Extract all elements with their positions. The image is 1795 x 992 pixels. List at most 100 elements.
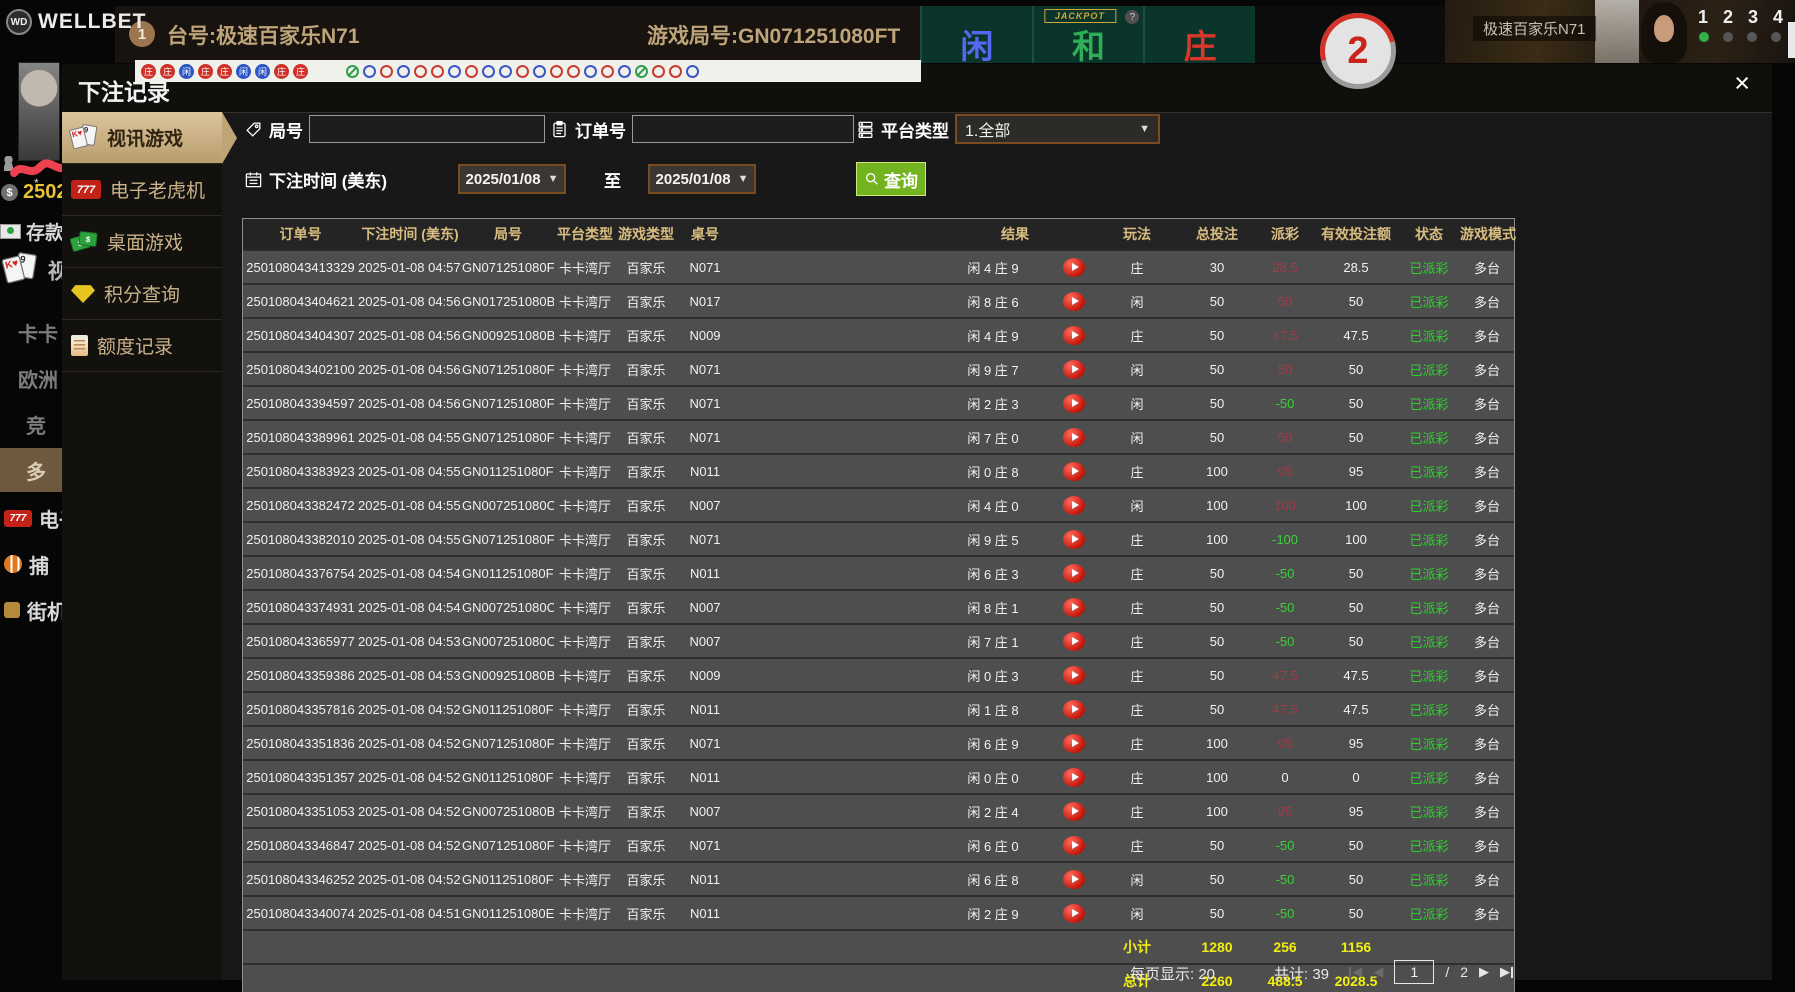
menu-item-slots[interactable]: 777 电子老虎机 bbox=[62, 164, 222, 216]
current-page-box[interactable]: 1 bbox=[1394, 960, 1434, 984]
menu-item-video-games[interactable]: 视讯游戏 bbox=[62, 112, 222, 164]
cell-round-no: GN007251080C2 bbox=[462, 498, 554, 513]
cell-order-no: 250108043404307 bbox=[243, 328, 358, 343]
roadmap-circle bbox=[550, 65, 563, 78]
first-page-icon[interactable]: ◀ bbox=[1349, 964, 1362, 980]
cell-round-no: GN071251080FO bbox=[462, 260, 554, 275]
cell-payout: -50 bbox=[1256, 566, 1314, 581]
replay-play-icon[interactable] bbox=[1063, 530, 1085, 549]
cell-total-stake: 100 bbox=[1178, 464, 1256, 479]
menu-item-credit-records[interactable]: 额度记录 bbox=[62, 320, 222, 372]
bet-zone-banker[interactable]: 庄 bbox=[1143, 6, 1255, 63]
replay-play-icon[interactable] bbox=[1063, 292, 1085, 311]
avatar[interactable] bbox=[18, 62, 60, 161]
clipboard-icon bbox=[550, 120, 569, 139]
cell-total-stake: 50 bbox=[1178, 872, 1256, 887]
seat-number-4[interactable]: 4 bbox=[1773, 7, 1783, 28]
seat-dot bbox=[1747, 32, 1757, 42]
search-button[interactable]: 查询 bbox=[856, 162, 926, 196]
bet-zone-player-label: 闲 bbox=[960, 30, 993, 63]
cell-bet-on: 庄 bbox=[1096, 802, 1178, 821]
table-row: 2501080434021002025-01-08 04:56:38GN0712… bbox=[243, 353, 1514, 387]
page-separator: / bbox=[1445, 964, 1449, 980]
table-row: 2501080433749312025-01-08 04:54:27GN0072… bbox=[243, 591, 1514, 625]
replay-play-icon[interactable] bbox=[1063, 768, 1085, 787]
cell-table-no: N071 bbox=[676, 736, 734, 751]
replay-play-icon[interactable] bbox=[1063, 598, 1085, 617]
seat-number-3[interactable]: 3 bbox=[1748, 7, 1758, 28]
order-input[interactable] bbox=[632, 115, 854, 143]
next-page-icon[interactable]: ▶ bbox=[1479, 964, 1489, 980]
bet-zone-player[interactable]: 闲 bbox=[920, 6, 1032, 63]
replay-play-icon[interactable] bbox=[1063, 802, 1085, 821]
cell-game-mode: 多台 bbox=[1460, 768, 1514, 787]
replay-play-icon[interactable] bbox=[1063, 666, 1085, 685]
replay-play-icon[interactable] bbox=[1063, 326, 1085, 345]
sidebar-item-label: 卡卡 bbox=[18, 318, 58, 347]
cell-replay bbox=[1052, 870, 1096, 889]
cell-result: 闲 8 庄 1 bbox=[934, 598, 1052, 617]
roadmap-bead: 闲 bbox=[236, 64, 251, 79]
replay-play-icon[interactable] bbox=[1063, 870, 1085, 889]
cell-game-type: 百家乐 bbox=[616, 462, 676, 481]
date-from-select[interactable]: 2025/01/08 ▼ bbox=[458, 164, 566, 194]
menu-item-table-games[interactable]: $$ 桌面游戏 bbox=[62, 216, 222, 268]
deposit-button[interactable]: 存款 bbox=[0, 218, 64, 245]
site-logo: WD WELLBET bbox=[6, 9, 146, 35]
replay-play-icon[interactable] bbox=[1063, 360, 1085, 379]
time-filter-label: 下注时间 (美东) bbox=[269, 167, 387, 192]
cell-order-no: 250108043346252 bbox=[243, 872, 358, 887]
roadmap-circle bbox=[380, 65, 393, 78]
cell-bet-time: 2025-01-08 04:55:09 bbox=[358, 464, 462, 479]
table-row: 2501080433468472025-01-08 04:52:05GN0712… bbox=[243, 829, 1514, 863]
date-to-select[interactable]: 2025/01/08 ▼ bbox=[648, 164, 756, 194]
prev-page-icon[interactable]: ◀ bbox=[1373, 964, 1383, 980]
replay-play-icon[interactable] bbox=[1063, 700, 1085, 719]
close-icon[interactable]: × bbox=[1734, 70, 1750, 97]
seat-number-1[interactable]: 1 bbox=[1698, 7, 1708, 28]
table-row: 2501080433820102025-01-08 04:55:02GN0712… bbox=[243, 523, 1514, 557]
table-row: 2501080434046212025-01-08 04:56:53GN0172… bbox=[243, 285, 1514, 319]
cell-game-mode: 多台 bbox=[1460, 258, 1514, 277]
platform-stack-icon bbox=[856, 120, 875, 139]
replay-play-icon[interactable] bbox=[1063, 462, 1085, 481]
roadmap-bead: 庄 bbox=[198, 64, 213, 79]
replay-play-icon[interactable] bbox=[1063, 394, 1085, 413]
jackpot-help-icon[interactable]: ? bbox=[1125, 10, 1139, 24]
cell-bet-on: 庄 bbox=[1096, 836, 1178, 855]
cell-platform: 卡卡湾厅 bbox=[554, 802, 616, 821]
cell-result: 闲 4 庄 9 bbox=[934, 326, 1052, 345]
replay-play-icon[interactable] bbox=[1063, 496, 1085, 515]
cell-valid-stake: 50 bbox=[1314, 634, 1398, 649]
replay-play-icon[interactable] bbox=[1063, 258, 1085, 277]
seat-number-2[interactable]: 2 bbox=[1723, 7, 1733, 28]
pagination-bar: 每页显示: 20 共计: 39 ◀ ◀ 1 / 2 ▶ ▶ bbox=[242, 958, 1513, 988]
platform-select[interactable]: 1.全部 ▼ bbox=[955, 114, 1160, 144]
replay-play-icon[interactable] bbox=[1063, 836, 1085, 855]
cell-result: 闲 6 庄 0 bbox=[934, 836, 1052, 855]
cell-valid-stake: 47.5 bbox=[1314, 702, 1398, 717]
last-page-icon[interactable]: ▶ bbox=[1500, 964, 1513, 980]
cell-bet-on: 庄 bbox=[1096, 598, 1178, 617]
replay-play-icon[interactable] bbox=[1063, 904, 1085, 923]
roadmap-circle bbox=[567, 65, 580, 78]
replay-play-icon[interactable] bbox=[1063, 734, 1085, 753]
replay-play-icon[interactable] bbox=[1063, 564, 1085, 583]
replay-play-icon[interactable] bbox=[1063, 632, 1085, 651]
cell-payout: 95 bbox=[1256, 804, 1314, 819]
cell-game-mode: 多台 bbox=[1460, 496, 1514, 515]
cell-total-stake: 100 bbox=[1178, 804, 1256, 819]
cell-replay bbox=[1052, 564, 1096, 583]
cell-game-mode: 多台 bbox=[1460, 462, 1514, 481]
roadmap-circle bbox=[431, 65, 444, 78]
cell-replay bbox=[1052, 598, 1096, 617]
cell-total-stake: 50 bbox=[1178, 328, 1256, 343]
menu-item-points-query[interactable]: 积分查询 bbox=[62, 268, 222, 320]
bet-zone-tie[interactable]: JACKPOT ? 和 bbox=[1032, 6, 1144, 63]
sidebar-item-video-games[interactable]: 视 bbox=[4, 252, 69, 286]
round-input[interactable] bbox=[309, 115, 545, 143]
replay-play-icon[interactable] bbox=[1063, 428, 1085, 447]
dealer-image bbox=[1641, 2, 1687, 63]
dealer-video-panel: 极速百家乐N71 1 2 3 4 bbox=[1445, 0, 1795, 63]
cell-total-stake: 50 bbox=[1178, 294, 1256, 309]
